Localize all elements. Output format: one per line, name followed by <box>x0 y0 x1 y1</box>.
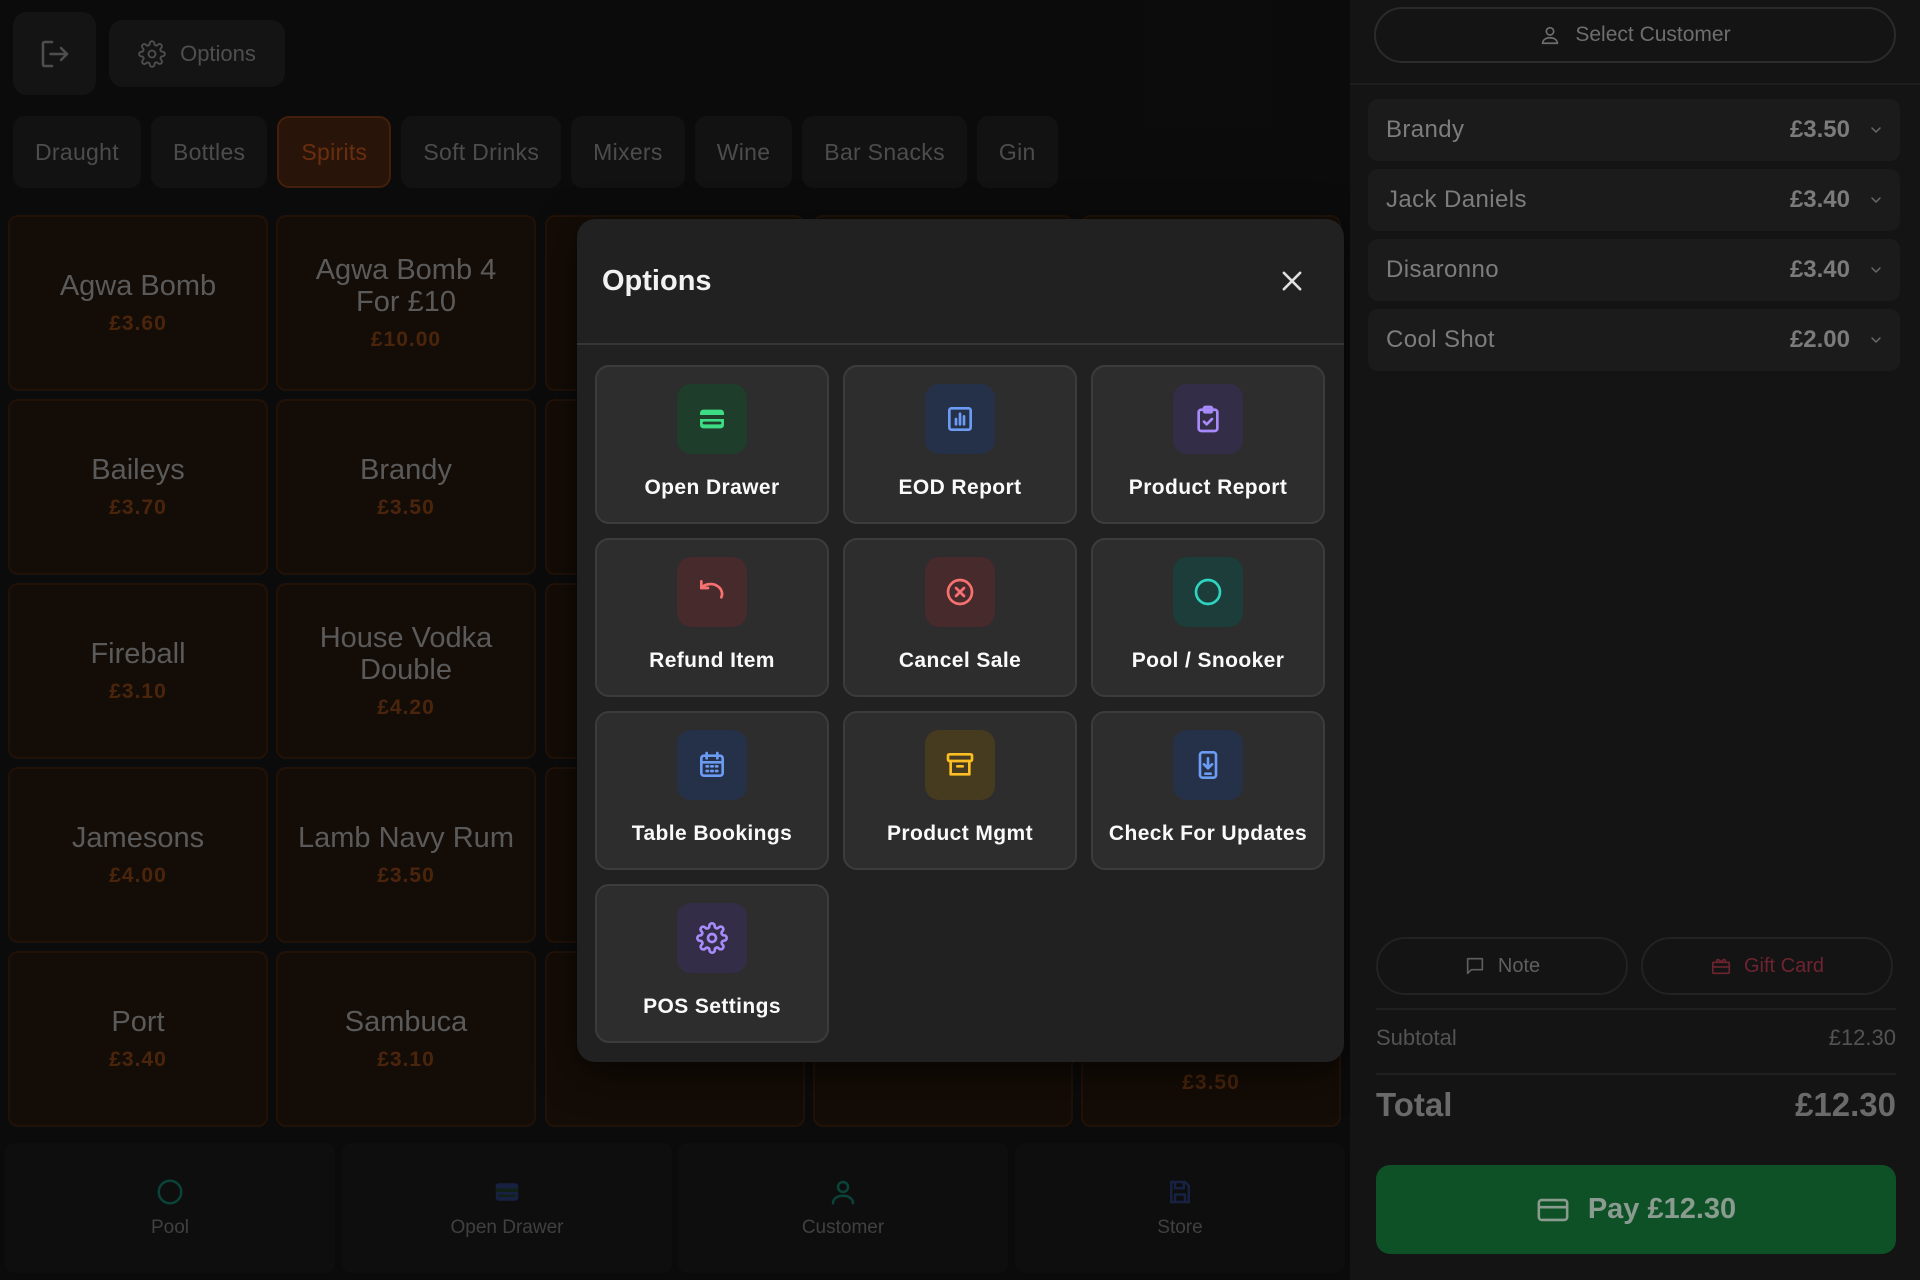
option-table-bookings[interactable]: Table Bookings <box>595 711 829 870</box>
option-icon-wrap <box>1173 730 1243 800</box>
order-item[interactable]: Disaronno £3.40 <box>1368 239 1900 301</box>
subtotal-value: £12.30 <box>1828 1025 1896 1050</box>
option-label: Pool / Snooker <box>1131 649 1285 672</box>
pay-label: Pay £12.30 <box>1587 1193 1737 1225</box>
subtotal-row: Subtotal £12.30 <box>1376 1025 1896 1051</box>
order-item-price: £3.50 <box>1789 116 1850 143</box>
undo-icon <box>700 580 724 599</box>
option-label: POS Settings <box>643 995 781 1018</box>
order-item[interactable]: Cool Shot £2.00 <box>1368 309 1900 371</box>
option-icon-wrap <box>1173 557 1243 627</box>
order-item-name: Disaronno <box>1386 256 1499 283</box>
option-pos-settings[interactable]: POS Settings <box>595 884 829 1043</box>
option-icon-wrap <box>677 730 747 800</box>
order-item-price: £2.00 <box>1789 326 1850 353</box>
option-check-for-updates[interactable]: Check For Updates <box>1091 711 1325 870</box>
note-button[interactable]: Note <box>1376 937 1628 995</box>
order-item-name: Brandy <box>1386 116 1465 143</box>
subtotal-label: Subtotal <box>1376 1025 1457 1050</box>
wallet-icon <box>700 409 724 429</box>
option-label: Table Bookings <box>631 822 793 845</box>
divider <box>1350 83 1920 85</box>
order-item-name: Jack Daniels <box>1386 186 1527 213</box>
order-item-price: £3.40 <box>1789 256 1850 283</box>
option-refund-item[interactable]: Refund Item <box>595 538 829 697</box>
total-value: £12.30 <box>1795 1086 1896 1123</box>
options-modal: Options Open Drawer EOD Report Product Rep… <box>577 219 1344 1062</box>
calendar-icon <box>700 751 724 777</box>
option-label: Refund Item <box>649 649 775 672</box>
select-customer-label: Select Customer <box>1575 23 1731 46</box>
option-icon-wrap <box>677 384 747 454</box>
option-eod-report[interactable]: EOD Report <box>843 365 1077 524</box>
order-item[interactable]: Jack Daniels £3.40 <box>1368 169 1900 231</box>
option-open-drawer[interactable]: Open Drawer <box>595 365 829 524</box>
divider <box>1376 1073 1896 1075</box>
clipboard-check-icon <box>1197 405 1219 433</box>
select-customer-button[interactable]: Select Customer <box>1374 7 1896 63</box>
total-row: Total £12.30 <box>1376 1086 1896 1124</box>
option-label: Open Drawer <box>644 476 780 499</box>
circle-icon <box>1194 578 1222 606</box>
order-panel: Select Customer Brandy £3.50 Jack Daniels £… <box>1350 0 1920 1280</box>
order-list: Brandy £3.50 Jack Daniels £3.40 Disaronno £3.… <box>1368 99 1900 379</box>
credit-card-icon <box>1537 1198 1569 1221</box>
archive-icon <box>946 753 974 776</box>
modal-header: Options <box>577 219 1344 345</box>
order-item-name: Cool Shot <box>1386 326 1495 353</box>
chevron-down-icon[interactable] <box>1868 192 1884 208</box>
option-icon-wrap <box>677 903 747 973</box>
option-icon-wrap <box>925 730 995 800</box>
option-cancel-sale[interactable]: Cancel Sale <box>843 538 1077 697</box>
option-icon-wrap <box>925 557 995 627</box>
phone-download-icon <box>1198 751 1218 779</box>
note-label: Note <box>1497 954 1541 977</box>
chevron-down-icon[interactable] <box>1868 332 1884 348</box>
option-product-mgmt[interactable]: Product Mgmt <box>843 711 1077 870</box>
sales-panel: Options Draught Bottles Spirits Soft Drinks… <box>0 0 1350 1280</box>
option-icon-wrap <box>1173 384 1243 454</box>
divider <box>1376 1008 1896 1010</box>
user-icon <box>1542 26 1559 45</box>
pos-app: Options Draught Bottles Spirits Soft Drinks… <box>0 0 1920 1280</box>
chevron-down-icon[interactable] <box>1868 122 1884 138</box>
gift-card-icon <box>1711 958 1731 975</box>
option-label: Product Mgmt <box>887 822 1033 845</box>
comment-icon <box>1466 957 1484 975</box>
chart-icon <box>948 407 972 431</box>
option-label: Cancel Sale <box>898 649 1022 672</box>
option-label: Check For Updates <box>1108 822 1308 845</box>
option-pool-snooker[interactable]: Pool / Snooker <box>1091 538 1325 697</box>
x-circle-icon <box>946 578 974 606</box>
option-product-report[interactable]: Product Report <box>1091 365 1325 524</box>
gear-icon <box>696 922 728 954</box>
pay-button[interactable]: Pay £12.30 <box>1376 1165 1896 1254</box>
close-button[interactable] <box>1268 257 1316 305</box>
close-icon <box>1282 271 1302 291</box>
gift-card-button[interactable]: Gift Card <box>1641 937 1893 995</box>
option-label: EOD Report <box>898 476 1022 499</box>
total-label: Total <box>1376 1086 1453 1123</box>
gift-card-label: Gift Card <box>1743 954 1825 977</box>
option-label: Product Report <box>1128 476 1288 499</box>
order-item-price: £3.40 <box>1789 186 1850 213</box>
modal-title: Options <box>602 264 712 297</box>
option-icon-wrap <box>677 557 747 627</box>
chevron-down-icon[interactable] <box>1868 262 1884 278</box>
order-item[interactable]: Brandy £3.50 <box>1368 99 1900 161</box>
option-icon-wrap <box>925 384 995 454</box>
